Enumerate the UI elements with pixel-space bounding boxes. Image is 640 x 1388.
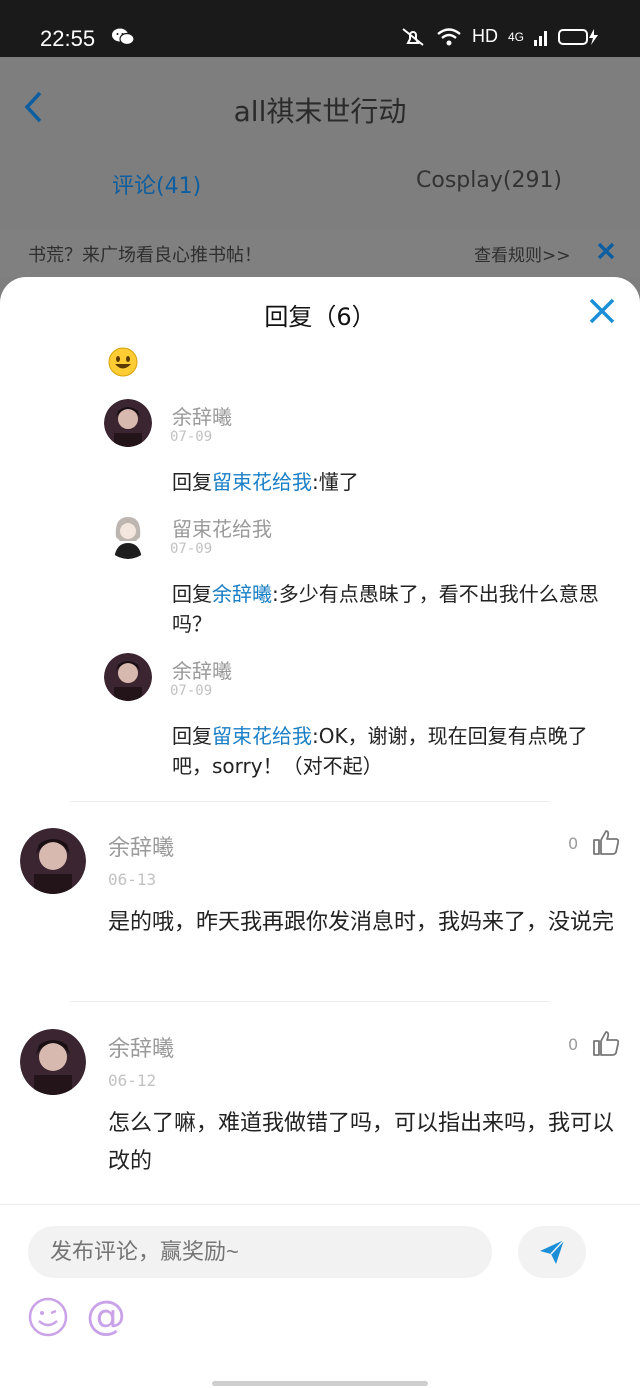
reply-date: 07-09 [170, 683, 213, 699]
comment-input-bar: @ [0, 1204, 640, 1388]
hd-label: HD [471, 26, 498, 46]
comment-content: 是的哦，昨天我再跟你发消息时，我妈来了，没说完 [108, 910, 615, 935]
network-label: 4G [507, 29, 524, 44]
sheet-title: 回复（6） [264, 303, 376, 331]
divider [70, 801, 550, 802]
reply-prefix: 回复 [172, 582, 212, 606]
reply-text: :懂了 [312, 470, 359, 494]
reply-author[interactable]: 留束花给我 [172, 513, 272, 542]
notice-close-icon[interactable] [596, 241, 616, 261]
tab-cosplay[interactable]: Cosplay(291) [416, 168, 562, 193]
comment-author[interactable]: 余辞曦 [108, 1031, 174, 1063]
comment-author[interactable]: 余辞曦 [108, 830, 174, 862]
avatar[interactable] [104, 511, 152, 559]
wechat-icon [112, 28, 134, 46]
reply-target-link[interactable]: 留束花给我 [212, 470, 312, 494]
reply-target-link[interactable]: 留束花给我 [212, 724, 312, 748]
mute-icon [402, 27, 424, 46]
reply-target-link[interactable]: 余辞曦 [212, 582, 272, 606]
like-count: 0 [568, 1035, 579, 1054]
reply-sheet: 回复（6） 余辞曦 07-09 回复留束花给我:懂了 留束花给我 07-09 回… [0, 277, 640, 1388]
like-count: 0 [568, 834, 579, 853]
reply-date: 07-09 [170, 429, 213, 445]
tab-bar: 评论(41) Cosplay(291) [0, 168, 640, 208]
avatar[interactable] [104, 399, 152, 447]
battery-icon [558, 28, 598, 45]
emoji-icon[interactable] [28, 1297, 68, 1337]
reply-content: 回复余辞曦:多少有点愚昧了，看不出我什么意思吗？ [172, 579, 622, 639]
comment-date: 06-12 [108, 1071, 157, 1090]
send-button[interactable] [518, 1226, 586, 1278]
wifi-icon [437, 27, 461, 45]
send-icon [540, 1239, 565, 1264]
page-title: all祺末世行动 [233, 95, 407, 128]
reply-content: 回复留束花给我:懂了 [172, 467, 622, 497]
reply-date: 07-09 [170, 541, 213, 557]
home-indicator [212, 1381, 428, 1386]
close-icon[interactable] [588, 297, 616, 325]
thumbs-up-icon[interactable] [592, 1029, 620, 1057]
mention-icon[interactable]: @ [86, 1293, 126, 1339]
reply-author[interactable]: 余辞曦 [172, 401, 232, 430]
status-bar: 22:55 HD 4G [0, 0, 640, 57]
comment-input[interactable] [28, 1226, 492, 1278]
reply-prefix: 回复 [172, 724, 212, 748]
signal-icon [534, 30, 547, 46]
notice-text[interactable]: 书荒？来广场看良心推书帖！ [28, 241, 262, 267]
reply-author[interactable]: 余辞曦 [172, 655, 232, 684]
smile-emoji-icon [108, 347, 138, 377]
status-icons: HD 4G [400, 26, 602, 47]
tab-comments[interactable]: 评论(41) [112, 168, 201, 200]
avatar[interactable] [20, 1029, 86, 1095]
comment-content: 怎么了嘛，难道我做错了吗，可以指出来吗，我可以改的 [108, 1111, 615, 1174]
reply-content: 回复留束花给我:OK，谢谢，现在回复有点晚了吧，sorry！（对不起） [172, 721, 622, 781]
status-time: 22:55 [40, 26, 96, 51]
reply-prefix: 回复 [172, 470, 212, 494]
view-rules-link[interactable]: 查看规则>> [474, 241, 571, 266]
thumbs-up-icon[interactable] [592, 828, 620, 856]
comment-date: 06-13 [108, 870, 157, 889]
avatar[interactable] [20, 828, 86, 894]
divider [70, 1001, 550, 1002]
notice-bar: 书荒？来广场看良心推书帖！ 查看规则>> [0, 229, 640, 277]
avatar[interactable] [104, 653, 152, 701]
